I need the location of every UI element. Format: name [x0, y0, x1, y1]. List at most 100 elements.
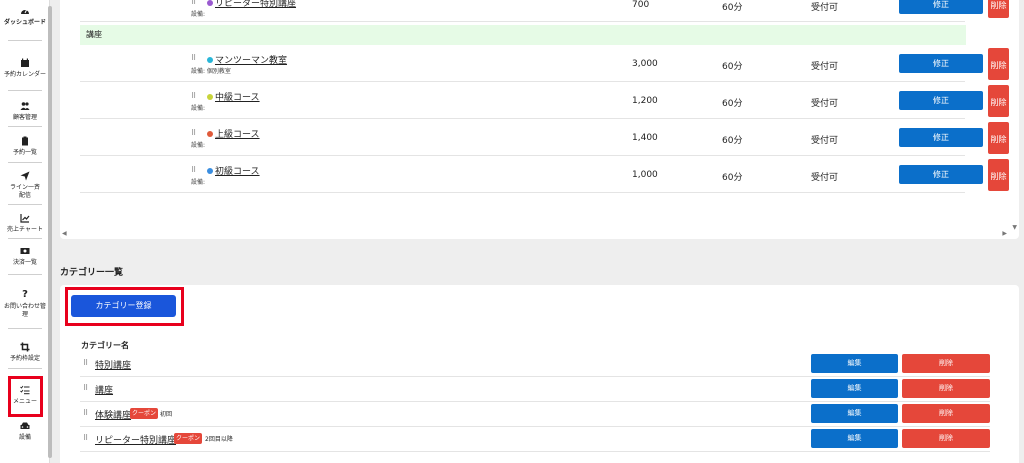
delete-button-label: 削除 — [990, 135, 1007, 144]
delete-button[interactable]: 削除 — [902, 354, 990, 373]
drag-handle-icon[interactable]: ⠿ — [191, 166, 196, 174]
category-name-link[interactable]: リピーター特別講座 — [95, 433, 176, 446]
course-price: 700 — [632, 0, 650, 10]
delete-button[interactable]: 削除 — [988, 159, 1009, 191]
delete-button[interactable]: 削除 — [902, 429, 990, 448]
drag-handle-icon[interactable]: ⠿ — [83, 434, 88, 442]
sidebar-item-label: 設備 — [18, 434, 31, 441]
drag-handle-icon[interactable]: ⠿ — [191, 0, 196, 6]
coupon-badge: クーポン — [174, 433, 203, 444]
edit-button[interactable]: 編集 — [811, 429, 898, 448]
section-title: カテゴリー一覧 — [60, 268, 124, 278]
sidebar-item-label: 売上チャート — [7, 226, 43, 233]
sidebar-item-sales-chart[interactable]: 売上チャート — [0, 213, 50, 234]
course-title-link[interactable]: 上級コース — [215, 127, 260, 140]
divider — [8, 162, 42, 163]
question-icon: ? — [22, 289, 28, 300]
course-price: 3,000 — [632, 59, 658, 69]
users-icon — [20, 101, 30, 111]
color-dot — [207, 168, 213, 174]
edit-button[interactable]: 編集 — [811, 379, 898, 398]
table-row: ⠿ 上級コース 設備: 1,400 60分 受付可 修正 削除 — [80, 120, 1009, 156]
category-name-link[interactable]: 特別講座 — [95, 358, 131, 371]
drag-handle-icon[interactable]: ⠿ — [83, 409, 88, 417]
edit-button[interactable]: 修正 — [899, 54, 983, 73]
menu-highlight-box — [8, 376, 43, 417]
drag-handle-icon[interactable]: ⠿ — [191, 129, 196, 137]
sidebar-item-line-broadcast[interactable]: ライン一斉配信 — [0, 171, 50, 200]
crop-icon — [20, 342, 30, 352]
delete-button-label: 削除 — [990, 172, 1007, 181]
divider — [8, 40, 42, 41]
edit-button[interactable]: 修正 — [899, 128, 983, 147]
drag-handle-icon[interactable]: ⠿ — [83, 384, 88, 392]
table-row: ⠿ 中級コース 設備: 1,200 60分 受付可 修正 削除 — [80, 83, 1009, 119]
sidebar-item-inquiries[interactable]: ? お問い合わせ管理 — [0, 290, 50, 319]
delete-button[interactable]: 削除 — [988, 85, 1009, 117]
course-list-panel: ⠿ リピーター特別講座 設備: 700 60分 受付可 修正 削除 講座 ⠿ マ… — [60, 0, 1019, 239]
gauge-icon — [20, 6, 30, 16]
drag-handle-icon[interactable]: ⠿ — [191, 54, 196, 62]
course-title-link[interactable]: マンツーマン教室 — [215, 53, 287, 66]
course-price: 1,000 — [632, 170, 658, 180]
list-item: ⠿ 体験講座 クーポン 初回 編集 削除 — [80, 403, 990, 427]
drag-handle-icon[interactable]: ⠿ — [191, 92, 196, 100]
sidebar-item-payments[interactable]: 決済一覧 — [0, 246, 50, 267]
course-equipment: 設備: — [191, 11, 206, 18]
chart-icon — [20, 213, 30, 223]
table-row: ⠿ リピーター特別講座 設備: 700 60分 受付可 修正 削除 — [80, 0, 1009, 22]
scroll-left-arrow-icon[interactable]: ◀ — [62, 230, 67, 237]
course-duration: 60分 — [722, 136, 743, 146]
sidebar-item-dashboard[interactable]: ダッシュボード — [0, 6, 50, 27]
course-title-link[interactable]: リピーター特別講座 — [215, 0, 296, 9]
course-title-link[interactable]: 中級コース — [215, 90, 260, 103]
sidebar-item-slot-settings[interactable]: 予約枠設定 — [0, 342, 50, 363]
divider — [8, 204, 42, 205]
course-equipment: 設備: 個別教室 — [191, 68, 231, 75]
course-title-link[interactable]: 初級コース — [215, 164, 260, 177]
sidebar-item-label: 予約一覧 — [12, 149, 37, 156]
course-equipment: 設備: — [191, 142, 206, 149]
delete-button[interactable]: 削除 — [902, 404, 990, 423]
sidebar-item-customers[interactable]: 顧客管理 — [0, 101, 50, 122]
delete-button[interactable]: 削除 — [902, 379, 990, 398]
course-status: 受付可 — [811, 99, 839, 109]
category-register-button[interactable]: カテゴリー登録 — [71, 295, 176, 317]
delete-button[interactable]: 削除 — [988, 48, 1009, 80]
category-name-link[interactable]: 講座 — [95, 383, 113, 396]
edit-button[interactable]: 修正 — [899, 0, 983, 14]
sidebar-item-label: ライン一斉配信 — [10, 184, 41, 199]
edit-button[interactable]: 編集 — [811, 354, 898, 373]
delete-button[interactable]: 削除 — [988, 122, 1009, 154]
send-icon — [20, 171, 30, 181]
equipment-icon — [20, 421, 30, 431]
delete-button-label: 削除 — [990, 98, 1007, 107]
drag-handle-icon[interactable]: ⠿ — [83, 359, 88, 367]
scroll-right-arrow-icon[interactable]: ▶ — [1002, 230, 1007, 237]
course-equipment: 設備: — [191, 105, 206, 112]
sidebar-item-calendar[interactable]: 予約カレンダー — [0, 58, 50, 79]
sidebar-scrollbar[interactable] — [48, 6, 52, 458]
edit-button[interactable]: 修正 — [899, 91, 983, 110]
list-item: ⠿ リピーター特別講座 クーポン 2回目以降 編集 削除 — [80, 428, 990, 452]
category-note: 2回目以降 — [205, 436, 233, 443]
sidebar-item-equipment[interactable]: 設備 — [0, 421, 50, 442]
clipboard-icon — [20, 136, 30, 146]
course-status: 受付可 — [811, 62, 839, 72]
table-row: ⠿ 初級コース 設備: 1,000 60分 受付可 修正 削除 — [80, 157, 1009, 193]
delete-button-label: 削除 — [990, 61, 1007, 70]
course-duration: 60分 — [722, 99, 743, 109]
sidebar-item-label: 予約カレンダー — [3, 71, 46, 78]
list-item: ⠿ 講座 編集 削除 — [80, 378, 990, 402]
sidebar-item-reservations[interactable]: 予約一覧 — [0, 136, 50, 157]
course-equipment: 設備: — [191, 179, 206, 186]
category-name-link[interactable]: 体験講座 — [95, 408, 131, 421]
course-status: 受付可 — [811, 3, 839, 13]
course-status: 受付可 — [811, 136, 839, 146]
edit-button[interactable]: 修正 — [899, 165, 983, 184]
edit-button[interactable]: 編集 — [811, 404, 898, 423]
horizontal-scrollbar[interactable]: ◀ ▶ — [60, 228, 1019, 239]
divider — [8, 328, 42, 329]
delete-button[interactable]: 削除 — [988, 0, 1009, 18]
color-dot — [207, 94, 213, 100]
